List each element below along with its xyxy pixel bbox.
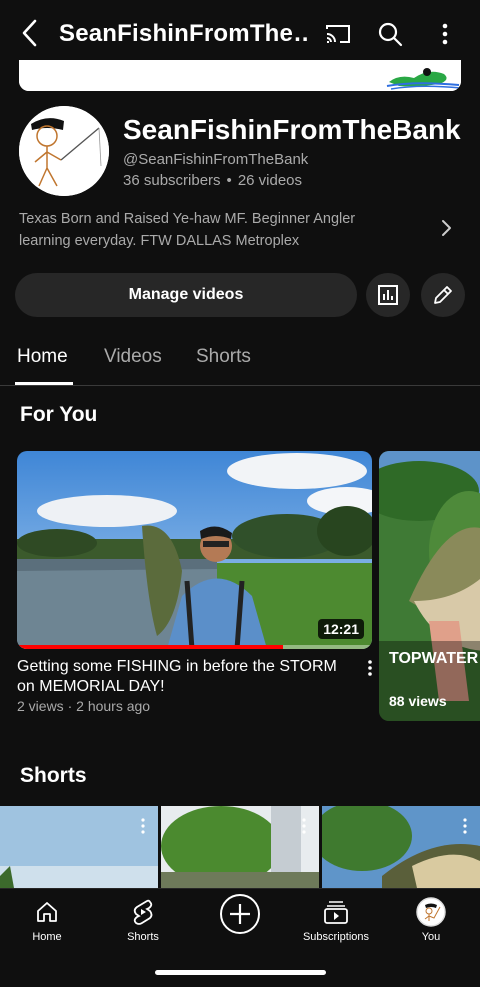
back-button[interactable] (14, 18, 44, 48)
video-title[interactable]: Getting some FISHING in before the STORM… (17, 657, 347, 697)
analytics-icon (378, 285, 398, 305)
more-vert-icon (368, 660, 372, 676)
nav-you[interactable]: You (386, 897, 476, 943)
top-app-bar: SeanFishinFromThe… (0, 0, 480, 64)
video-age: 2 hours ago (76, 698, 151, 714)
edit-icon (434, 286, 452, 304)
tab-videos[interactable]: Videos (104, 346, 162, 368)
channel-avatar[interactable] (19, 106, 109, 196)
shorts-icon (133, 899, 153, 925)
chevron-right-icon (442, 220, 451, 236)
shorts-shelf (0, 806, 480, 888)
create-icon (220, 894, 260, 934)
video-title[interactable]: TOPWATER BLOWUP # (389, 649, 480, 668)
nav-you-label: You (421, 931, 441, 943)
tab-home[interactable]: Home (17, 346, 68, 368)
video-meta: 2 views · 2 hours ago (17, 698, 372, 714)
stats-separator: • (226, 172, 232, 189)
video-duration: 12:21 (318, 619, 364, 639)
video-card[interactable]: TOPWATER BLOWUP # 88 views (379, 451, 480, 721)
channel-name: SeanFishinFromTheBank (123, 114, 461, 145)
more-vert-icon[interactable] (301, 818, 307, 834)
home-icon (37, 902, 57, 922)
more-vert-icon[interactable] (462, 818, 468, 834)
description-more-button[interactable] (434, 216, 458, 240)
subscriber-count: 36 subscribers (123, 172, 221, 189)
channel-handle: @SeanFishinFromTheBank (123, 151, 309, 168)
short-card[interactable] (161, 806, 319, 888)
video-views: 2 views (17, 698, 64, 714)
video-card[interactable]: 12:21 Getting some FISHING in before the… (17, 451, 372, 714)
more-vert-icon (442, 23, 448, 45)
edit-channel-button[interactable] (421, 273, 465, 317)
nav-subscriptions-label: Subscriptions (302, 931, 370, 943)
cast-button[interactable] (322, 18, 354, 50)
nav-home-label: Home (32, 931, 62, 943)
create-button[interactable] (195, 893, 285, 935)
nav-shorts[interactable]: Shorts (98, 897, 188, 943)
nav-home[interactable]: Home (2, 897, 92, 943)
video-count: 26 videos (237, 172, 303, 189)
meta-separator: · (67, 698, 73, 714)
video-views: 88 views (389, 693, 447, 709)
tab-shorts[interactable]: Shorts (196, 346, 251, 368)
search-button[interactable] (374, 18, 406, 50)
for-you-heading: For You (20, 403, 98, 426)
short-card[interactable] (322, 806, 480, 888)
video-options-button[interactable] (362, 660, 378, 682)
manage-videos-button[interactable]: Manage videos (15, 273, 357, 317)
nav-subscriptions[interactable]: Subscriptions (291, 897, 381, 943)
channel-tabs: Home Videos Shorts (0, 338, 480, 386)
subscriptions-icon (324, 901, 348, 924)
channel-description[interactable]: Texas Born and Raised Ye-haw MF. Beginne… (19, 208, 399, 252)
page-title: SeanFishinFromThe… (59, 20, 309, 47)
nav-shorts-label: Shorts (127, 931, 159, 943)
video-thumbnail[interactable]: 12:21 (17, 451, 372, 649)
cast-icon (326, 25, 350, 43)
you-avatar-icon (416, 897, 446, 927)
watch-progress-bar (17, 645, 284, 649)
short-card[interactable] (0, 806, 158, 888)
more-options-button[interactable] (429, 18, 461, 50)
search-icon (378, 22, 403, 47)
back-icon (22, 19, 37, 47)
home-indicator[interactable] (155, 970, 326, 975)
more-vert-icon[interactable] (140, 818, 146, 834)
channel-banner (19, 60, 461, 91)
analytics-button[interactable] (366, 273, 410, 317)
active-tab-indicator (15, 382, 73, 385)
shorts-heading: Shorts (20, 764, 87, 787)
channel-stats: 36 subscribers • 26 videos (123, 172, 302, 189)
